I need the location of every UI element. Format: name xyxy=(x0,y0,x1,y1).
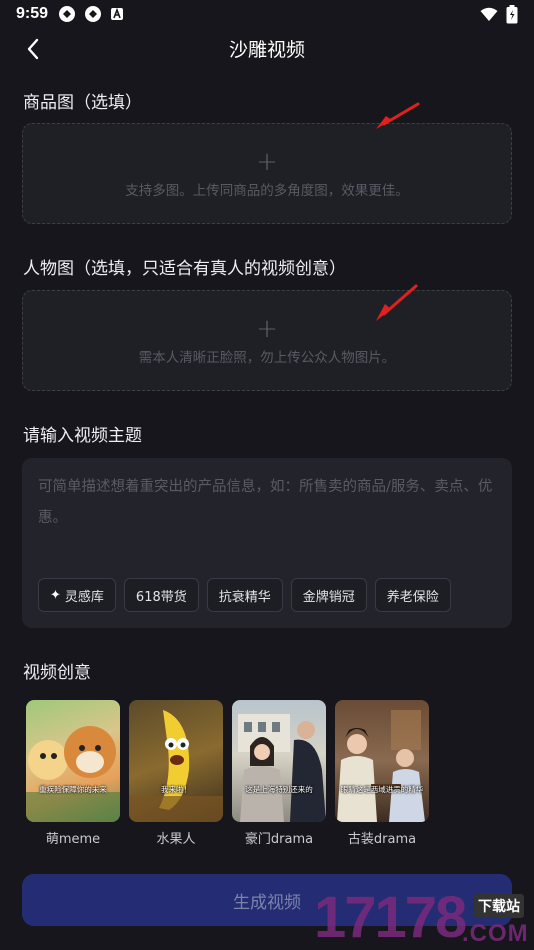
tag-label: 金牌销冠 xyxy=(302,589,355,605)
notification-app-icon xyxy=(85,6,102,22)
tag-label: 618带货 xyxy=(135,589,187,605)
plus-icon: + xyxy=(256,146,278,177)
notification-a-icon xyxy=(111,7,124,20)
sparkle-icon: ✦ xyxy=(50,587,61,603)
product-image-hint: 支持多图。上传同商品的多角度图，效果更佳。 xyxy=(125,182,409,199)
person-image-upload[interactable]: + 需本人清晰正脸照，勿上传公众人物图片。 xyxy=(22,290,512,391)
meme-dog-illustration xyxy=(26,726,120,822)
wifi-icon xyxy=(480,7,498,21)
status-time: 9:59 xyxy=(16,5,49,22)
notification-app-icon xyxy=(59,6,76,22)
idea-caption: 重疾险保障你的未来 xyxy=(39,785,107,794)
idea-label: 豪门drama xyxy=(244,832,314,847)
costume-scene-illustration xyxy=(337,710,425,822)
topic-title: 请输入视频主题 xyxy=(23,426,142,446)
person-image-title: 人物图（选填，只适合有真人的视频创意） xyxy=(23,259,346,279)
page-title: 沙雕视频 xyxy=(228,38,305,61)
idea-thumbnail: 眼睛这是西域进贡的精华 xyxy=(335,700,429,822)
banana-character-illustration xyxy=(129,710,223,822)
generate-video-button[interactable]: 生成视频 xyxy=(22,874,512,926)
idea-card-fruit-people[interactable]: 我来啦！ 水果人 xyxy=(129,700,223,847)
idea-card-costume-drama[interactable]: 眼睛这是西域进贡的精华 古装drama xyxy=(335,700,429,847)
idea-thumbnail: 重疾险保障你的未来 xyxy=(26,700,120,822)
battery-icon xyxy=(506,4,518,23)
idea-label: 水果人 xyxy=(156,832,196,847)
topic-input[interactable] xyxy=(38,472,498,562)
tag-anti-aging[interactable]: 抗衰精华 xyxy=(206,578,283,612)
annotation-arrow-icon xyxy=(376,102,420,129)
tag-gold-sales[interactable]: 金牌销冠 xyxy=(290,578,367,612)
tag-618[interactable]: 618带货 xyxy=(123,578,199,612)
ideas-list: 重疾险保障你的未来 萌meme 我来啦！ 水果人 这是上海特别还来的 豪门dra… xyxy=(26,700,429,847)
drama-scene-illustration xyxy=(238,714,326,822)
ideas-title: 视频创意 xyxy=(23,663,91,683)
status-bar: 9:59 xyxy=(0,0,534,28)
annotation-arrow-icon xyxy=(376,284,418,321)
plus-icon: + xyxy=(256,313,278,344)
product-image-title: 商品图（选填） xyxy=(23,93,142,113)
tag-inspiration-library[interactable]: ✦ 灵感库 xyxy=(38,578,116,612)
idea-card-meme[interactable]: 重疾险保障你的未来 萌meme xyxy=(26,700,120,847)
nav-bar: 沙雕视频 xyxy=(0,28,534,68)
product-image-upload[interactable]: + 支持多图。上传同商品的多角度图，效果更佳。 xyxy=(22,123,512,224)
tag-label: 抗衰精华 xyxy=(218,589,271,605)
idea-card-rich-drama[interactable]: 这是上海特别还来的 豪门drama xyxy=(232,700,326,847)
idea-caption: 眼睛这是西域进贡的精华 xyxy=(340,785,424,794)
topic-box: ✦ 灵感库 618带货 抗衰精华 金牌销冠 养老保险 xyxy=(22,458,512,628)
idea-thumbnail: 这是上海特别还来的 xyxy=(232,700,326,822)
tag-label: 养老保险 xyxy=(386,589,439,605)
tag-pension-insurance[interactable]: 养老保险 xyxy=(374,578,451,612)
idea-label: 萌meme xyxy=(45,832,101,847)
chevron-left-icon xyxy=(27,38,39,60)
idea-label: 古装drama xyxy=(347,832,417,847)
back-button[interactable] xyxy=(18,34,48,64)
idea-thumbnail: 我来啦！ xyxy=(129,700,223,822)
idea-caption: 我来啦！ xyxy=(161,785,191,794)
topic-tags: ✦ 灵感库 618带货 抗衰精华 金牌销冠 养老保险 xyxy=(38,578,451,612)
tag-label: 灵感库 xyxy=(64,589,104,605)
idea-caption: 这是上海特别还来的 xyxy=(245,785,313,794)
person-image-hint: 需本人清晰正脸照，勿上传公众人物图片。 xyxy=(138,349,396,366)
status-notification-icons xyxy=(58,5,124,23)
